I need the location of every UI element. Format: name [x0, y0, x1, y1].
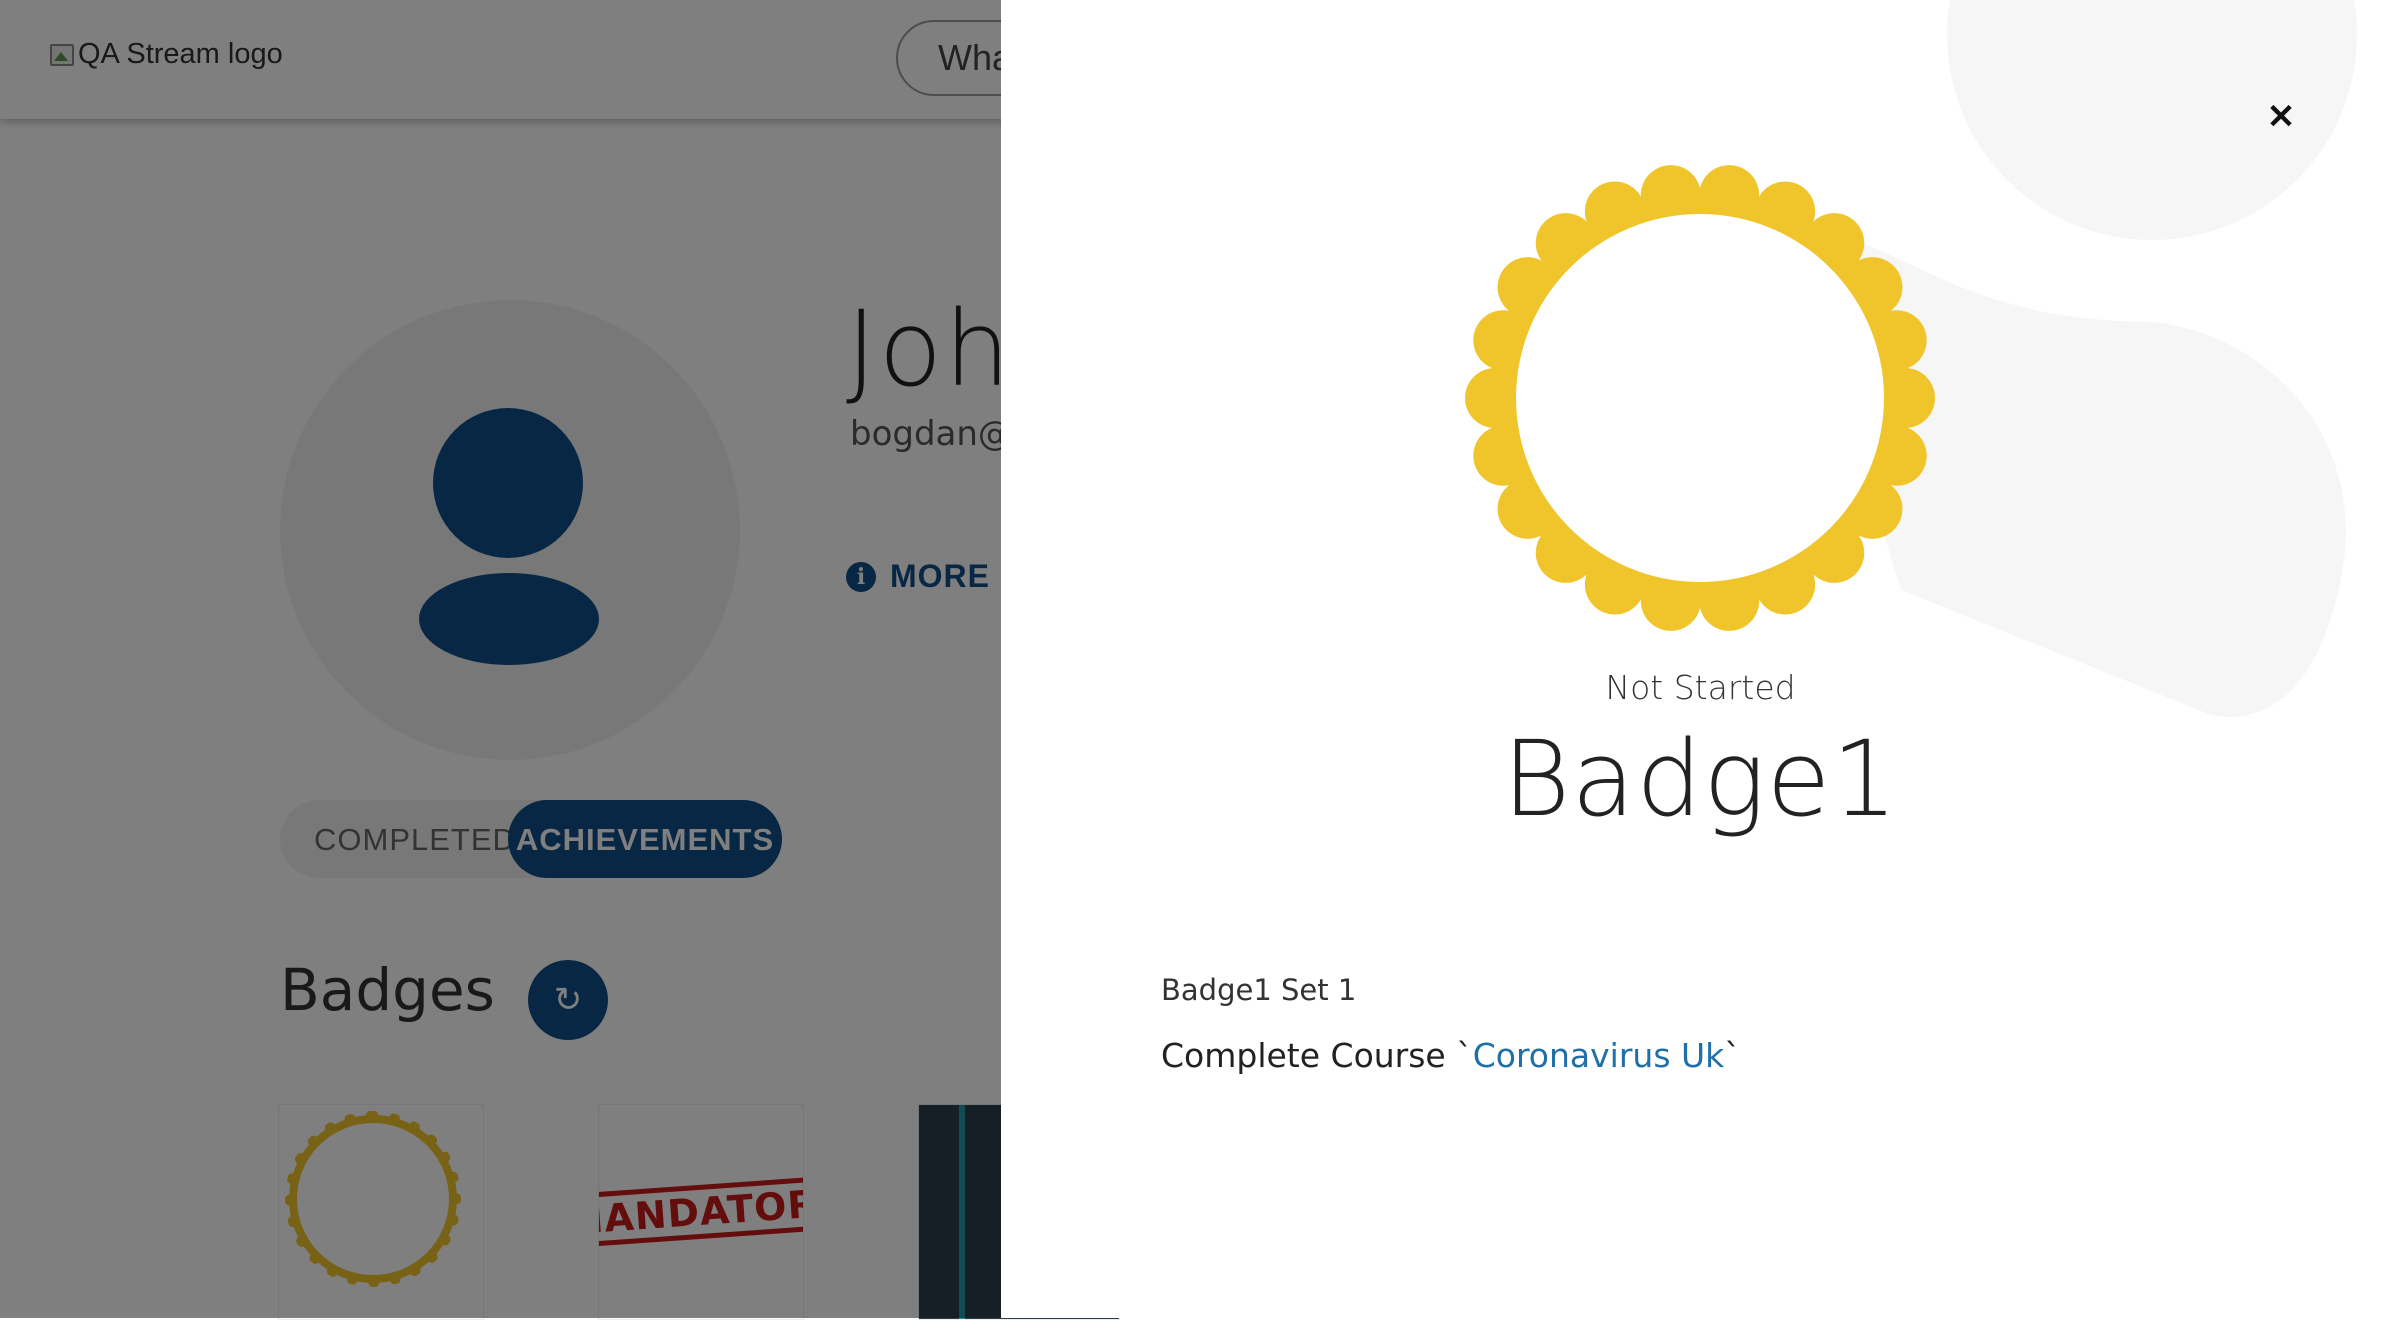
course-link[interactable]: Coronavirus Uk: [1473, 1036, 1725, 1075]
requirement-prefix: Complete Course `: [1161, 1036, 1473, 1075]
badge-requirement: Complete Course `Coronavirus Uk`: [1161, 1036, 1741, 1075]
badge-set-label: Badge1 Set 1: [1161, 973, 1357, 1007]
badge-status: Not Started: [1605, 668, 1796, 707]
close-icon: ✕: [2266, 98, 2296, 136]
modal-backdrop[interactable]: [0, 0, 1001, 1318]
close-button[interactable]: ✕: [2264, 100, 2298, 134]
badge-title: Badge1: [1502, 718, 1899, 840]
badge-large-icon: [1465, 165, 1935, 631]
requirement-suffix: `: [1724, 1036, 1741, 1075]
